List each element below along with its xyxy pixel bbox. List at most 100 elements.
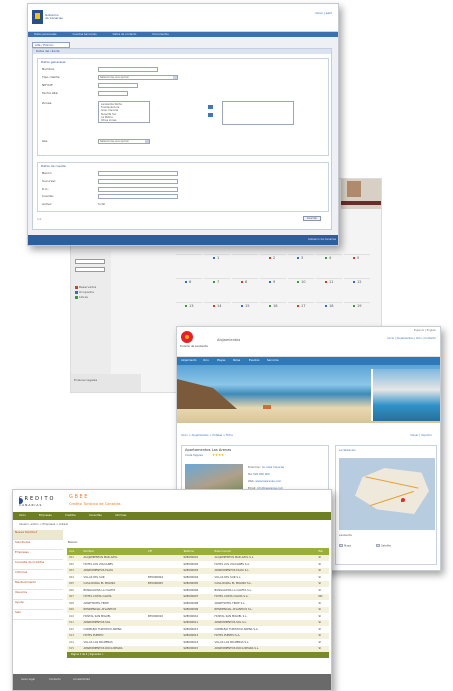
save-button[interactable]: Guardar <box>303 216 321 221</box>
account-input[interactable] <box>98 194 178 199</box>
island-select[interactable]: Seleccione una opcion <box>98 139 150 144</box>
map-view[interactable] <box>339 458 435 530</box>
availability-dot-icon <box>213 281 215 283</box>
calendar-day-cell[interactable]: 19 <box>344 302 370 322</box>
calendar-day-cell[interactable] <box>232 254 258 274</box>
top-links[interactable]: inicio | salir <box>315 11 332 15</box>
availability-dot-icon <box>297 257 299 259</box>
header-links[interactable]: Inicio | Alojamientos | Ocio | Contacto <box>387 337 436 340</box>
calendar-day-cell[interactable]: 6 <box>176 278 202 298</box>
move-left-icon[interactable] <box>208 113 213 117</box>
calendar-day-cell[interactable]: 13 <box>176 302 202 322</box>
active-radio-group[interactable]: Si No <box>98 202 105 206</box>
calendar-day-cell[interactable]: 17 <box>288 302 314 322</box>
dc-input[interactable] <box>98 187 178 192</box>
calendar-day-cell[interactable]: 4 <box>316 254 342 274</box>
sidebar-item[interactable]: Consulta de Creditos <box>13 560 63 570</box>
nav-item[interactable]: Servicios <box>267 359 279 362</box>
year-select[interactable] <box>75 267 105 272</box>
nav-item[interactable]: Informes <box>115 514 126 517</box>
companies-table: Cod. Nombre CIF Telefono Razon social Es… <box>67 548 329 652</box>
calendar-day-cell[interactable]: 14 <box>204 302 230 322</box>
sidebar-item[interactable]: Mantenimiento <box>13 580 63 590</box>
pager-text[interactable]: Pagina 1 de 4 | Siguiente > <box>71 653 104 656</box>
footer-link[interactable]: Aviso legal <box>21 678 35 681</box>
calendar-day-cell[interactable]: 10 <box>288 278 314 298</box>
calendar-day-cell[interactable]: 3 <box>288 254 314 274</box>
nav-item[interactable]: Playas <box>217 359 225 362</box>
hotel-zone[interactable]: Costa Teguise <box>185 454 203 457</box>
nav-item[interactable]: Datos personales <box>34 33 57 36</box>
nav-item[interactable]: Inicio <box>19 514 26 517</box>
availability-dot-icon <box>269 305 271 307</box>
availability-dot-icon <box>213 257 215 259</box>
zones-listbox[interactable]: Lanzarote Norte Fuerteventura Gran Canar… <box>98 101 150 123</box>
sidebar-item[interactable]: Empresas <box>13 550 63 560</box>
calendar-day-cell[interactable]: 2 <box>260 254 286 274</box>
map-toggle[interactable]: Mapa <box>339 544 351 548</box>
calendar-day-cell[interactable]: 15 <box>232 302 258 322</box>
day-number: 6 <box>189 280 192 284</box>
credit-nav: Inicio Empresas Creditos Consultas Infor… <box>13 512 331 520</box>
calendar-day-cell[interactable]: 12 <box>344 278 370 298</box>
nav-item[interactable]: Alojamiento <box>181 359 196 362</box>
footer-link[interactable]: Contacto <box>49 678 61 681</box>
availability-dot-icon <box>269 257 271 259</box>
nav-item[interactable]: Rutas <box>233 359 240 362</box>
nav-item[interactable]: Documentos <box>152 33 168 36</box>
sidebar-item[interactable]: Solicitudes <box>13 540 63 550</box>
day-number: 17 <box>301 304 306 308</box>
day-number: 14 <box>217 304 222 308</box>
sidebar-item[interactable]: Salir <box>13 610 63 620</box>
day-number: 4 <box>329 256 332 260</box>
calendar-day-cell[interactable]: 8 <box>232 278 258 298</box>
info-line: Tel: 928 000 000 <box>248 473 270 476</box>
availability-dot-icon <box>185 305 187 307</box>
checkbox-icon[interactable] <box>376 544 380 547</box>
sidebar-item[interactable]: Usuarios <box>13 590 63 600</box>
header-band <box>341 201 381 205</box>
name-input[interactable] <box>98 67 158 72</box>
calendar-day-cell[interactable]: 7 <box>204 278 230 298</box>
nav-item[interactable]: Cuentas bancarias <box>73 33 97 36</box>
satellite-toggle[interactable]: Satelite <box>376 544 391 548</box>
search-bar: Buscar: <box>68 541 78 544</box>
calendar-day-cell[interactable] <box>176 254 202 274</box>
nav-item[interactable]: Datos de contacto <box>113 33 137 36</box>
nif-input[interactable] <box>98 83 138 88</box>
availability-dot-icon <box>353 305 355 307</box>
map-pin-icon[interactable] <box>401 498 405 502</box>
branch-input[interactable] <box>98 179 178 184</box>
language-links[interactable]: Espanol | English <box>414 329 436 332</box>
nav-item[interactable]: Consultas <box>89 514 102 517</box>
breadcrumb[interactable]: Inicio > Alojamientos > Hoteles > Ficha <box>181 434 233 437</box>
checkbox-icon[interactable] <box>339 544 343 547</box>
nav-item[interactable]: Eventos <box>249 359 259 362</box>
client-type-select[interactable]: Seleccione una opcion <box>98 75 178 80</box>
legend-swatch-icon <box>75 285 78 289</box>
calendar-day-cell[interactable]: 9 <box>260 278 286 298</box>
hero-pool-image <box>371 369 440 421</box>
month-select[interactable] <box>75 259 105 264</box>
calendar-day-cell[interactable]: 16 <box>260 302 286 322</box>
bank-input[interactable] <box>98 171 178 176</box>
sidebar-item[interactable]: Ayuda <box>13 600 63 610</box>
calendar-day-cell[interactable]: 18 <box>316 302 342 322</box>
nav-item[interactable]: Ocio <box>203 359 209 362</box>
date-input[interactable] <box>98 91 128 96</box>
sidebar-item[interactable]: Informes <box>13 570 63 580</box>
day-number: 19 <box>357 304 362 308</box>
breadcrumb-actions[interactable]: Volver | Imprimir <box>410 434 432 437</box>
calendar-footer: Enlaces legales <box>71 374 141 392</box>
nav-item[interactable]: Empresas <box>39 514 52 517</box>
calendar-day-cell[interactable]: 11 <box>316 278 342 298</box>
sidebar-item[interactable]: Nueva Solicitud <box>13 530 63 540</box>
section-caption: Datos generales <box>41 60 66 64</box>
nav-item[interactable]: Creditos <box>65 514 76 517</box>
move-right-icon[interactable] <box>208 105 213 109</box>
footer-link[interactable]: Accesibilidad <box>73 678 90 681</box>
selected-zones-listbox[interactable] <box>222 101 294 125</box>
calendar-day-cell[interactable]: 5 <box>344 254 370 274</box>
calendar-day-cell[interactable]: 1 <box>204 254 230 274</box>
hotel-name: Apartamentos Las Arenas <box>185 448 232 452</box>
